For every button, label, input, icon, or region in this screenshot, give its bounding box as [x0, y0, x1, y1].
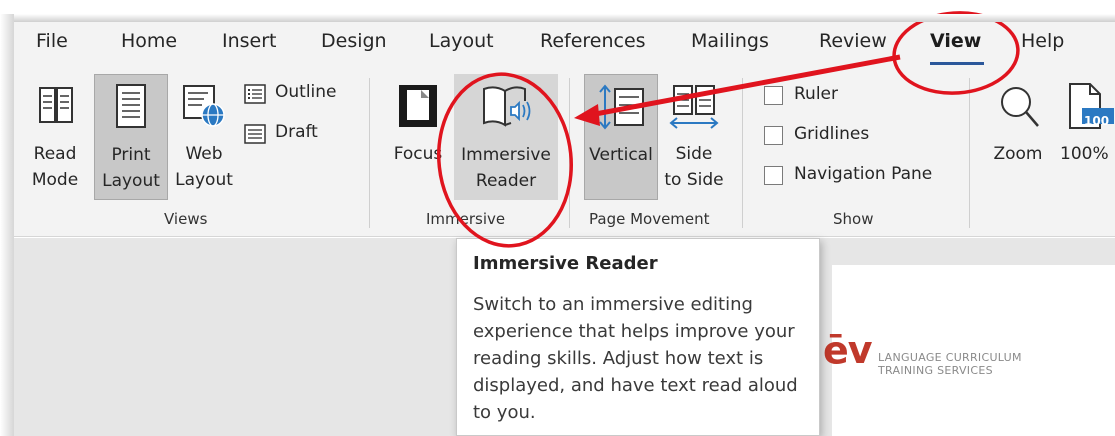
window-shadow-top	[10, 14, 1115, 22]
view-tab-highlight-circle	[892, 11, 1020, 95]
annotation-overlay	[436, 11, 1020, 248]
annotation-arrow-line	[589, 54, 901, 118]
word-window: File Home Insert Design Layout Reference…	[0, 0, 1115, 436]
window-shadow-left	[0, 14, 14, 436]
annotation-arrow-head	[574, 104, 600, 126]
immersive-reader-highlight-circle	[436, 72, 574, 248]
